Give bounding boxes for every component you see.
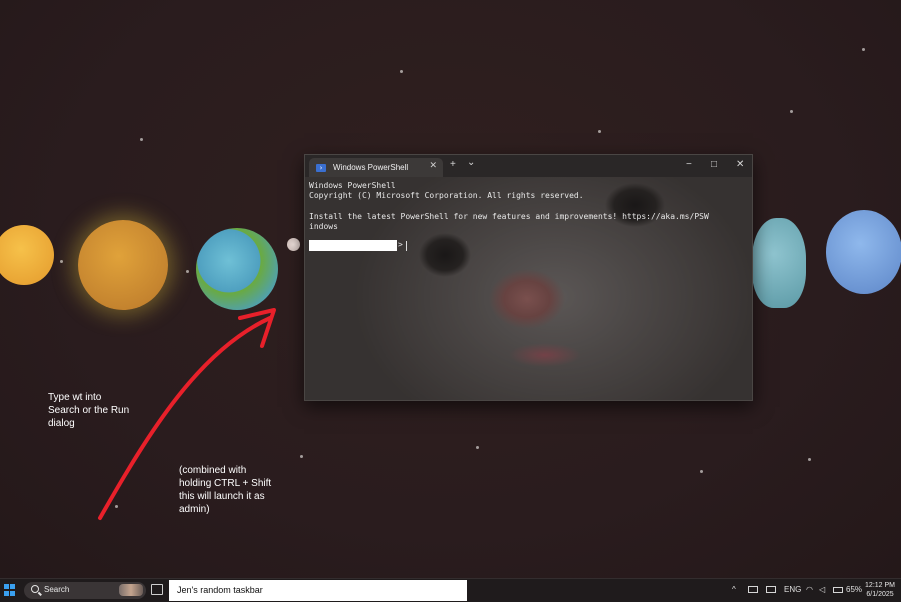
volume-muted-icon[interactable]: ◁ <box>819 585 825 594</box>
display-icon[interactable] <box>766 586 776 593</box>
show-hidden-icons-chevron[interactable]: ^ <box>732 585 736 594</box>
search-icon <box>31 585 39 593</box>
custom-taskbar-label: Jen's random taskbar <box>177 585 263 595</box>
task-view-icon[interactable] <box>151 584 163 595</box>
search-label: Search <box>44 585 70 594</box>
annotation-type-wt: Type wt into Search or the Run dialog <box>48 392 130 429</box>
wifi-icon[interactable]: ◠ <box>806 585 813 594</box>
tab-dropdown-icon[interactable]: ⌄ <box>467 157 475 168</box>
powershell-icon: › <box>316 163 326 172</box>
close-tab-icon[interactable]: ✕ <box>429 161 437 171</box>
clock-date: 6/1/2025 <box>866 591 894 598</box>
taskbar-clock[interactable]: 12:12 PM 6/1/2025 <box>865 581 895 599</box>
battery-icon[interactable] <box>833 587 843 593</box>
redacted-prompt-path <box>309 240 397 251</box>
text-cursor <box>406 241 407 251</box>
terminal-content[interactable]: Windows PowerShell Copyright (C) Microso… <box>305 177 752 400</box>
battery-percent: 65% <box>846 585 863 594</box>
tab-windows-powershell[interactable]: › Windows PowerShell ✕ <box>309 158 443 177</box>
annotation-ctrl-shift: (combined with holding CTRL + Shift this… <box>179 465 272 515</box>
taskbar: Search Jen's random taskbar ^ ENG ◠ ◁ 65… <box>0 578 901 602</box>
maximize-button[interactable]: □ <box>711 159 717 170</box>
new-tab-button[interactable]: + <box>450 159 456 170</box>
terminal-window[interactable]: › Windows PowerShell ✕ + ⌄ − □ ✕ Windows… <box>304 154 753 401</box>
keyboard-icon[interactable] <box>748 586 758 593</box>
tab-title: Windows PowerShell <box>333 163 409 172</box>
minimize-button[interactable]: − <box>686 159 692 170</box>
clock-time: 12:12 PM <box>865 582 895 589</box>
taskbar-search-box[interactable]: Search <box>24 582 146 599</box>
language-indicator[interactable]: ENG <box>784 585 801 594</box>
terminal-output: Windows PowerShell Copyright (C) Microso… <box>309 181 709 232</box>
prompt-symbol: > <box>398 240 403 249</box>
search-highlight-image <box>119 584 143 596</box>
terminal-titlebar[interactable]: › Windows PowerShell ✕ + ⌄ − □ ✕ <box>305 155 752 177</box>
start-button[interactable] <box>4 584 16 596</box>
custom-taskbar-toolbar[interactable]: Jen's random taskbar <box>169 580 467 601</box>
close-window-button[interactable]: ✕ <box>736 159 744 170</box>
